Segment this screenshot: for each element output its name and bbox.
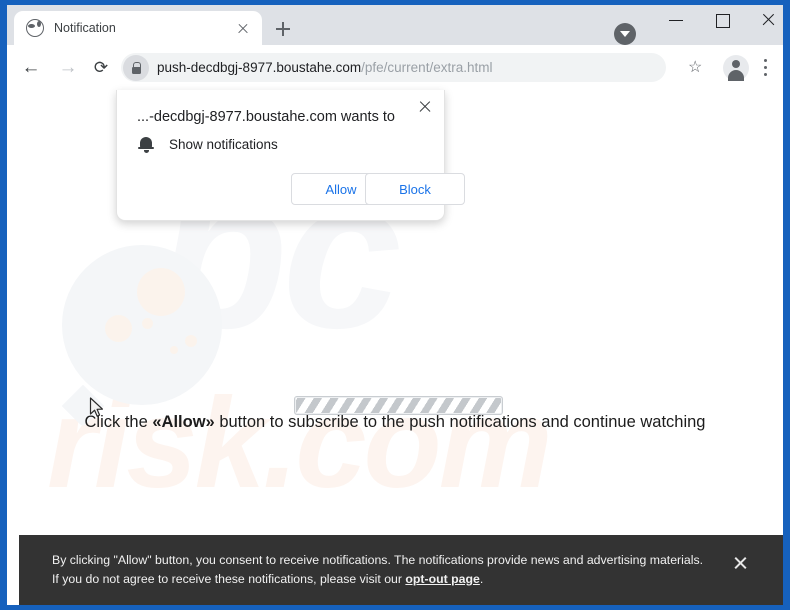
tab-title: Notification <box>54 21 116 35</box>
bell-icon <box>137 135 155 153</box>
url-host: push-decdbgj-8977.boustahe.com <box>157 60 362 75</box>
consent-text-before: By clicking "Allow" button, you consent … <box>52 553 704 586</box>
new-tab-button[interactable] <box>270 16 296 42</box>
lock-icon[interactable] <box>123 54 149 81</box>
block-button[interactable]: Block <box>365 173 465 205</box>
window-maximize-button[interactable] <box>699 5 745 35</box>
dialog-close-icon[interactable] <box>415 97 435 117</box>
url-path: /pfe/current/extra.html <box>361 60 493 75</box>
browser-toolbar: ← → ⟳ push-decdbgj-8977.boustahe.com/pfe… <box>7 45 783 90</box>
watermark-blob <box>170 346 178 354</box>
window-minimize-button[interactable] <box>653 5 699 35</box>
instruction-text-emphasis: «Allow» <box>152 413 215 431</box>
watermark-blob <box>142 318 153 329</box>
chrome-window: Notification ← → ⟳ push-decdbgj-8977.bou… <box>7 5 783 605</box>
watermark-blob <box>105 315 132 342</box>
consent-banner: By clicking "Allow" button, you consent … <box>19 535 783 605</box>
watermark-blob <box>137 268 185 316</box>
back-arrow-icon[interactable]: ← <box>18 55 44 81</box>
bookmark-star-icon[interactable]: ☆ <box>688 60 702 76</box>
instruction-text-after: button to subscribe to the push notifica… <box>214 413 706 431</box>
dialog-permission-row: Show notifications <box>137 135 278 153</box>
browser-tab[interactable]: Notification <box>14 11 262 45</box>
consent-text-after: . <box>479 572 484 586</box>
chrome-menu-icon[interactable] <box>755 57 775 79</box>
mouse-pointer-icon <box>89 397 103 417</box>
dialog-title: ...-decdbgj-8977.boustahe.com wants to <box>137 109 395 125</box>
watermark-blob <box>185 335 197 347</box>
window-close-button[interactable] <box>745 5 783 35</box>
profile-avatar-icon[interactable] <box>723 55 749 81</box>
address-bar-url: push-decdbgj-8977.boustahe.com/pfe/curre… <box>157 60 492 75</box>
tab-close-icon[interactable] <box>233 18 253 38</box>
opt-out-page-link[interactable]: opt-out page <box>405 572 479 586</box>
tab-strip: Notification <box>7 5 783 45</box>
forward-arrow-icon[interactable]: → <box>55 55 81 81</box>
globe-icon <box>26 19 44 37</box>
notification-permission-dialog: ...-decdbgj-8977.boustahe.com wants to S… <box>116 90 465 221</box>
dialog-permission-label: Show notifications <box>169 136 278 152</box>
consent-banner-close-icon[interactable] <box>731 553 751 573</box>
browser-window-root: Notification ← → ⟳ push-decdbgj-8977.bou… <box>0 0 790 610</box>
page-instruction-text: Click the «Allow» button to subscribe to… <box>7 413 783 432</box>
consent-banner-text: By clicking "Allow" button, you consent … <box>52 551 707 589</box>
address-bar[interactable]: push-decdbgj-8977.boustahe.com/pfe/curre… <box>121 53 666 82</box>
tab-search-chevron-down-icon[interactable] <box>614 23 636 45</box>
reload-icon[interactable]: ⟳ <box>88 55 114 81</box>
